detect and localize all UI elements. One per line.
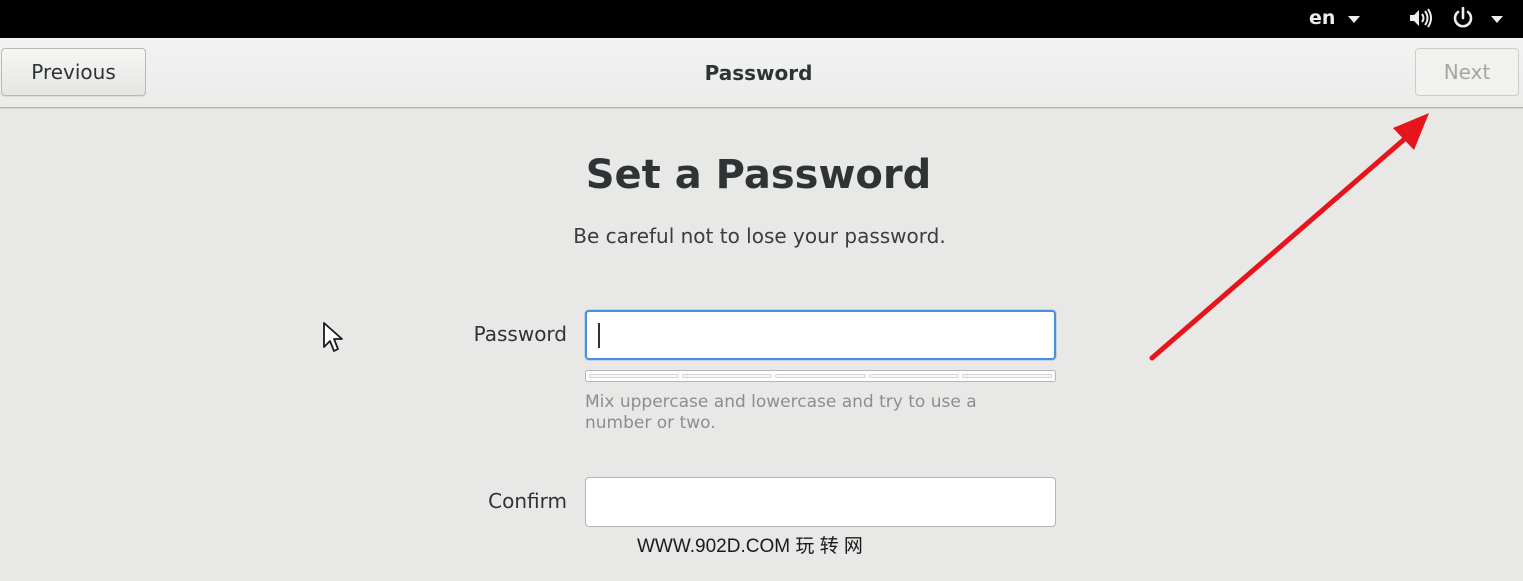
strength-segment xyxy=(589,374,680,378)
strength-segment xyxy=(682,374,773,378)
page-subtitle: Be careful not to lose your password. xyxy=(573,224,946,248)
next-button[interactable]: Next xyxy=(1415,48,1519,96)
watermark-text: WWW.902D.COM 玩 转 网 xyxy=(637,536,863,557)
confirm-label: Confirm xyxy=(488,489,567,513)
password-label: Password xyxy=(473,322,567,346)
header-title: Password xyxy=(704,60,813,85)
language-indicator[interactable]: en xyxy=(1309,7,1335,29)
strength-segment xyxy=(868,374,959,378)
page-title: Set a Password xyxy=(585,152,932,198)
volume-icon[interactable] xyxy=(1408,7,1434,29)
previous-button[interactable]: Previous xyxy=(1,48,146,96)
confirm-password-field[interactable] xyxy=(585,477,1056,527)
strength-segment xyxy=(961,374,1053,378)
system-menu-chevron-down-icon[interactable] xyxy=(1491,16,1503,23)
language-chevron-down-icon[interactable] xyxy=(1348,16,1360,23)
text-cursor xyxy=(598,323,600,348)
password-hint: Mix uppercase and lowercase and try to u… xyxy=(585,392,977,433)
strength-segment xyxy=(775,374,866,378)
password-strength-meter xyxy=(585,370,1056,382)
password-field[interactable] xyxy=(585,310,1056,360)
annotation-arrow-icon xyxy=(1149,113,1429,361)
header-bar: Password Previous Next xyxy=(0,38,1523,108)
mouse-pointer-icon xyxy=(323,322,343,352)
top-bar: en xyxy=(0,0,1523,38)
power-icon[interactable] xyxy=(1451,6,1475,30)
